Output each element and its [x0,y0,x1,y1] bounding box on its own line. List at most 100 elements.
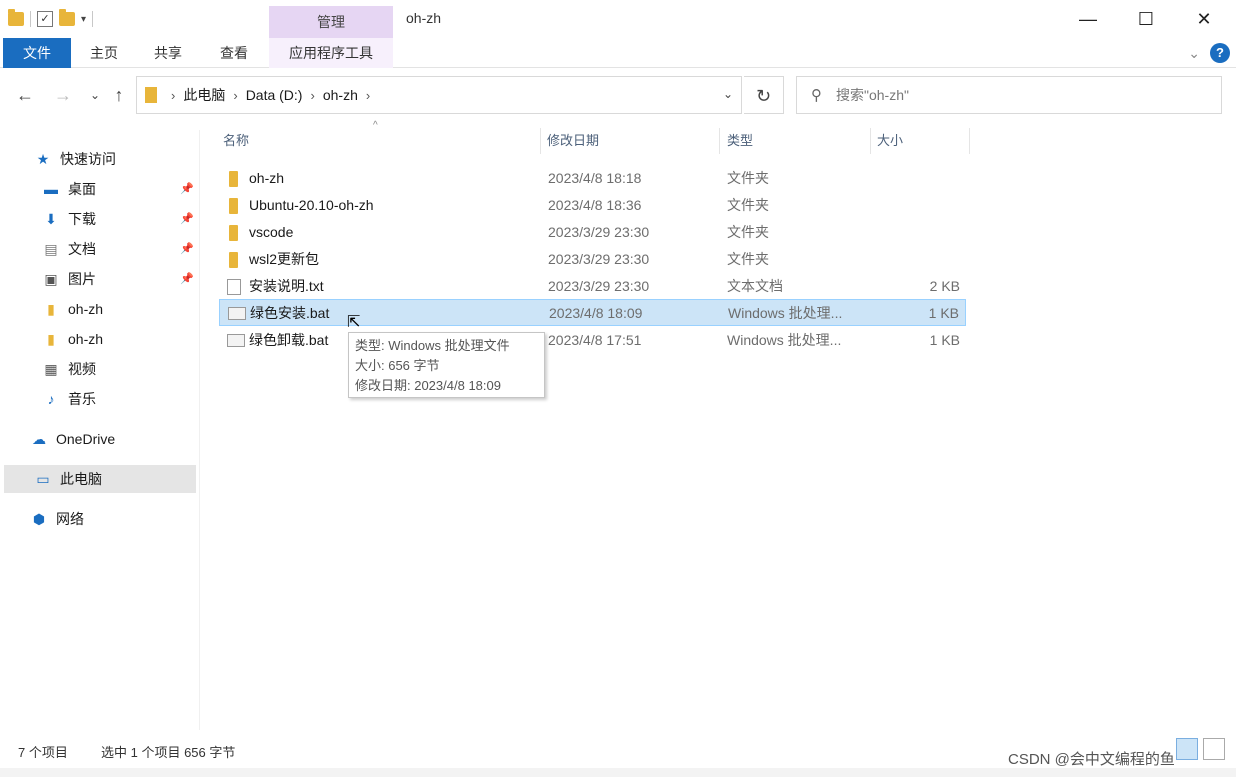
file-size: 1 KB [928,305,959,321]
column-divider[interactable] [870,128,871,154]
column-divider[interactable] [969,128,970,154]
tooltip-modified: 修改日期: 2023/4/8 18:09 [355,378,501,393]
navigation-pane: ★ 快速访问 ▬ 桌面 📌 ⬇ 下载 📌 ▤ 文档 📌 ▣ 图片 📌 ▮ oh-… [0,130,200,730]
sidebar-item-oh-zh[interactable]: ▮ oh-zh [42,325,103,353]
sidebar-item-label: 文档 [68,241,96,257]
file-type: 文件夹 [727,224,769,240]
tab-home[interactable]: 主页 [78,38,130,68]
help-icon[interactable]: ? [1210,43,1230,63]
recent-locations-icon[interactable]: ⌄ [82,82,108,108]
column-divider[interactable] [540,128,541,154]
details-view-button[interactable] [1176,738,1198,760]
expand-ribbon-icon[interactable]: ⌄ [1188,45,1200,62]
file-date: 2023/4/8 18:09 [549,305,643,321]
column-divider[interactable] [719,128,720,154]
navigation-bar: ← → ⌄ ↑ › 此电脑 › Data (D:) › oh-zh › ⌄ ↻ … [0,68,1236,122]
pin-icon[interactable]: 📌 [180,212,194,225]
file-row[interactable]: Ubuntu-20.10-oh-zh 2023/4/8 18:36 文件夹 [219,192,966,219]
sidebar-item-pictures[interactable]: ▣ 图片 [42,265,96,293]
back-arrow-icon[interactable]: ← [12,82,38,108]
chevron-right-icon[interactable]: › [310,88,314,103]
column-header-date[interactable]: 修改日期 [547,128,599,154]
file-type: 文件夹 [727,197,769,213]
pin-icon[interactable]: 📌 [180,242,194,255]
chevron-right-icon[interactable]: › [233,88,237,103]
sidebar-item-oh-zh[interactable]: ▮ oh-zh [42,295,103,323]
desktop-icon: ▬ [44,181,58,197]
file-row[interactable]: vscode 2023/3/29 23:30 文件夹 [219,219,966,246]
column-header-name[interactable]: 名称 [223,128,249,154]
sidebar-item-downloads[interactable]: ⬇ 下载 [42,205,96,233]
sidebar-item-label: 快速访问 [60,151,116,167]
large-icons-view-button[interactable] [1203,738,1225,760]
sidebar-item-documents[interactable]: ▤ 文档 [42,235,96,263]
sidebar-item-label: OneDrive [56,431,116,447]
close-button[interactable]: ✕ [1175,0,1233,38]
file-row[interactable]: 绿色卸载.bat 2023/4/8 17:51 Windows 批处理... 1… [219,327,966,354]
file-name: 绿色卸载.bat [249,332,329,348]
tab-application-tools[interactable]: 应用程序工具 [269,38,393,68]
file-date: 2023/4/8 17:51 [548,332,642,348]
properties-icon[interactable]: ✓ [37,11,53,27]
folder-icon [229,198,238,214]
sidebar-item-music[interactable]: ♪ 音乐 [42,385,97,413]
network-icon: ⬢ [32,510,46,527]
tab-file[interactable]: 文件 [3,38,71,68]
column-header-size[interactable]: 大小 [877,128,903,154]
file-row-selected[interactable]: 绿色安装.bat 2023/4/8 18:09 Windows 批处理... 1… [219,299,966,326]
chevron-down-icon[interactable]: ⌄ [723,87,733,101]
breadcrumb-oh-zh[interactable]: oh-zh [323,87,358,103]
picture-icon: ▣ [44,270,58,287]
sidebar-item-network[interactable]: ⬢ 网络 [30,505,84,533]
manage-context-group: 管理 [269,6,393,38]
file-date: 2023/3/29 23:30 [548,251,650,267]
breadcrumb-data-drive[interactable]: Data (D:) [246,87,303,103]
refresh-button[interactable]: ↻ [744,76,784,114]
new-folder-icon[interactable] [59,9,75,26]
video-icon: ▦ [44,360,58,377]
sidebar-item-label: 图片 [68,271,96,287]
sidebar-item-quick-access[interactable]: ★ 快速访问 [34,145,116,173]
bottom-edge [0,768,1236,777]
file-row[interactable]: 安装说明.txt 2023/3/29 23:30 文本文档 2 KB [219,273,966,300]
minimize-button[interactable]: — [1059,0,1117,38]
chevron-right-icon[interactable]: › [366,88,370,103]
sort-ascending-icon: ^ [373,120,378,131]
tooltip-size: 大小: 656 字节 [355,358,440,373]
item-count: 7 个项目 [18,745,68,760]
file-row[interactable]: wsl2更新包 2023/3/29 23:30 文件夹 [219,246,966,273]
maximize-button[interactable]: ☐ [1117,0,1175,38]
file-size: 1 KB [929,332,960,348]
tooltip-type: 类型: Windows 批处理文件 [355,338,510,353]
search-input[interactable]: ⚲ 搜索"oh-zh" [796,76,1222,114]
tab-share[interactable]: 共享 [140,38,196,68]
sidebar-item-this-pc[interactable]: ▭ 此电脑 [4,465,196,493]
pin-icon[interactable]: 📌 [180,272,194,285]
file-type: Windows 批处理... [728,305,843,321]
folder-icon [145,87,157,103]
column-header-type[interactable]: 类型 [727,128,753,154]
sidebar-item-videos[interactable]: ▦ 视频 [42,355,96,383]
file-row[interactable]: oh-zh 2023/4/8 18:18 文件夹 [219,165,966,192]
window-title: oh-zh [406,10,442,26]
pin-icon[interactable]: 📌 [180,182,194,195]
breadcrumb-this-pc[interactable]: 此电脑 [183,85,225,105]
file-name: wsl2更新包 [249,251,320,267]
sidebar-item-label: oh-zh [68,331,104,347]
file-name: Ubuntu-20.10-oh-zh [249,197,374,213]
chevron-right-icon[interactable]: › [171,88,175,103]
file-date: 2023/3/29 23:30 [548,278,650,294]
star-icon: ★ [36,150,50,167]
customize-toolbar-icon[interactable]: ▾ [81,14,86,25]
watermark: CSDN @会中文编程的鱼 [1008,751,1175,768]
file-name: 安装说明.txt [249,278,324,294]
up-arrow-icon[interactable]: ↑ [106,82,132,108]
forward-arrow-icon[interactable]: → [50,82,76,108]
ribbon-tabs: 文件 主页 共享 查看 应用程序工具 ⌄ ? [0,38,1236,68]
cloud-icon: ☁ [32,430,46,447]
address-bar[interactable]: › 此电脑 › Data (D:) › oh-zh › ⌄ [136,76,742,114]
sidebar-item-onedrive[interactable]: ☁ OneDrive [30,425,115,453]
sidebar-item-desktop[interactable]: ▬ 桌面 [42,175,96,203]
search-placeholder: 搜索"oh-zh" [836,87,909,103]
tab-view[interactable]: 查看 [206,38,262,68]
